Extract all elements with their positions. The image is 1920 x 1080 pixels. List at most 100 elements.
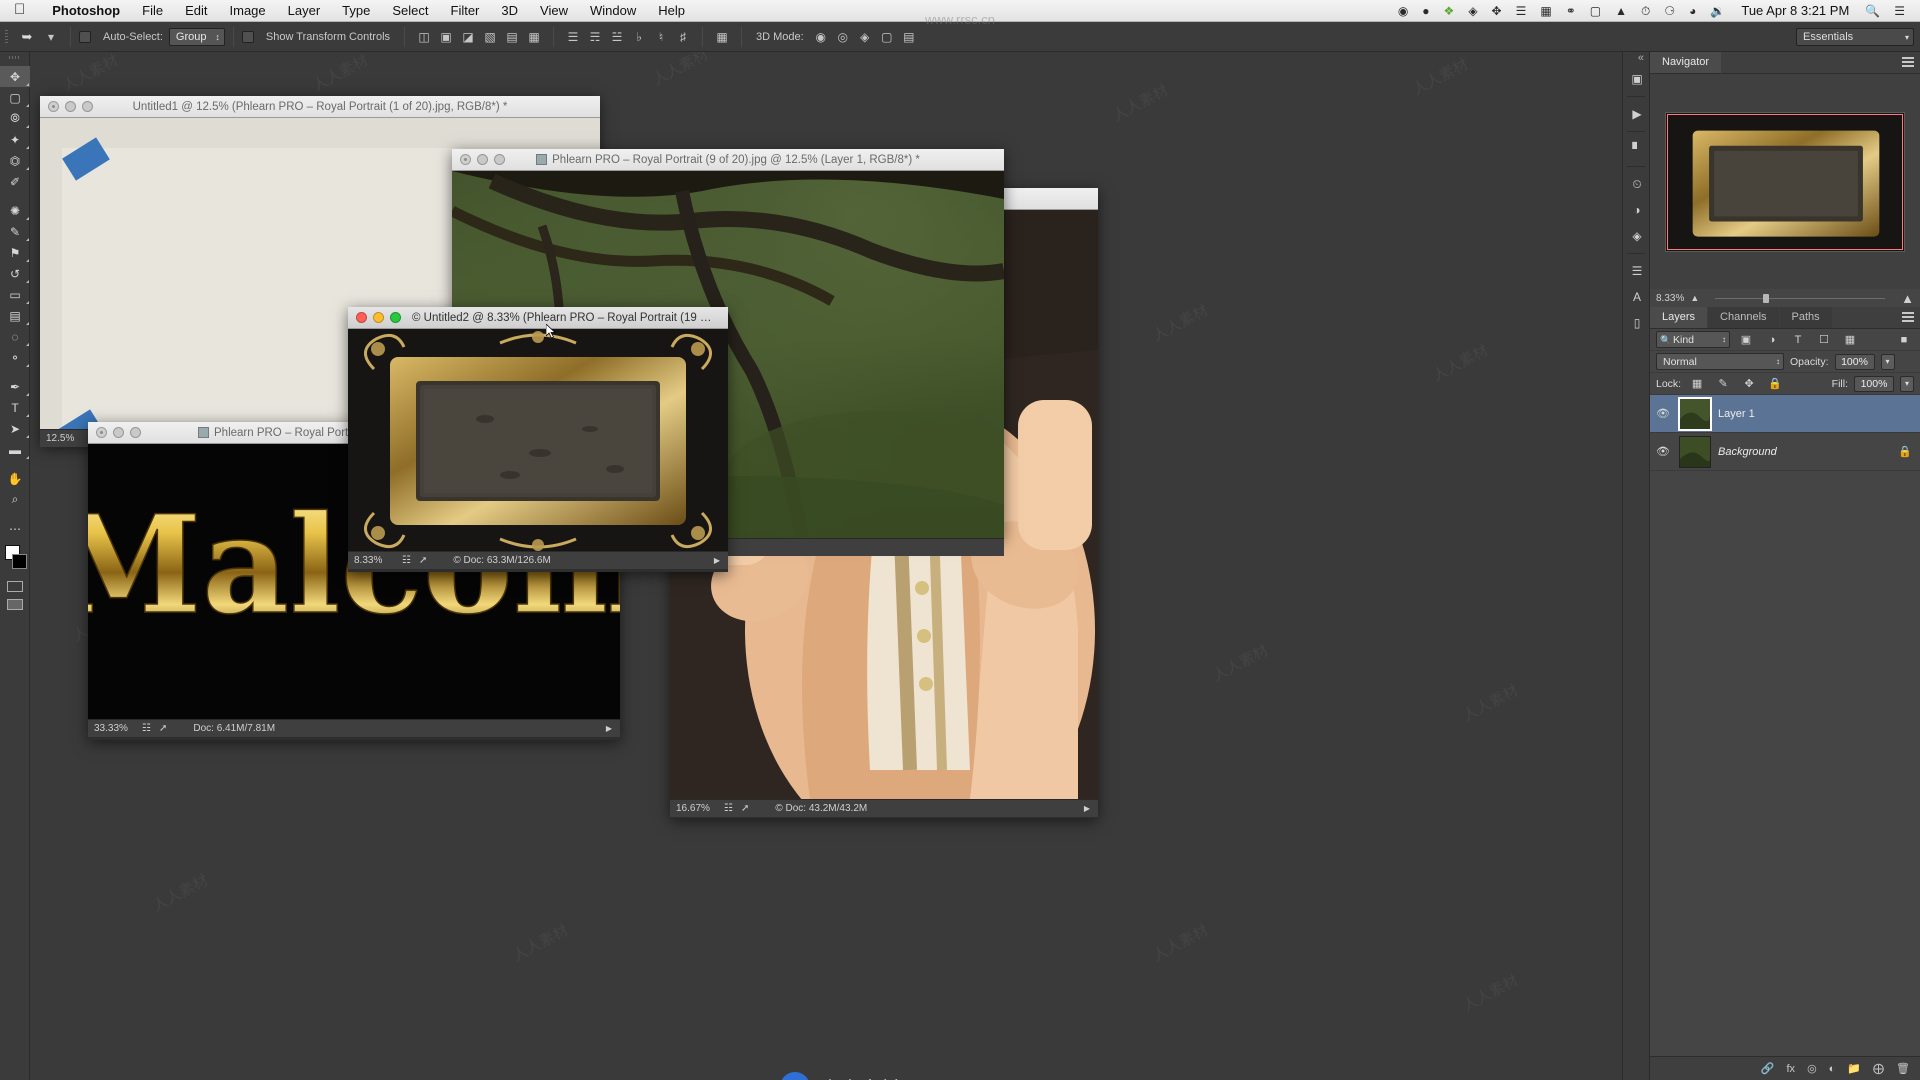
type-tool[interactable]: T: [0, 397, 30, 418]
zoom-tool[interactable]: ⌕: [0, 489, 30, 510]
menu-item-3d[interactable]: 3D: [490, 0, 529, 22]
auto-select-checkbox[interactable]: [79, 30, 91, 43]
spot-healing-brush-tool[interactable]: ✺: [0, 200, 30, 221]
minimize-button[interactable]: [373, 312, 384, 323]
share-icon[interactable]: ➚: [741, 803, 749, 814]
blend-mode-dropdown[interactable]: Normal: [1656, 353, 1784, 370]
link-layers-icon[interactable]: 🔗: [1761, 1062, 1775, 1075]
layer-row-background[interactable]: 👁 Background 🔒: [1650, 433, 1920, 471]
character-icon[interactable]: ☰: [1623, 258, 1651, 284]
adjustments-icon[interactable]: ◑: [1623, 197, 1651, 223]
lock-all-icon[interactable]: 🔒: [1765, 375, 1785, 393]
layer-mask-icon[interactable]: ◎: [1807, 1062, 1817, 1075]
window-controls[interactable]: [452, 154, 505, 165]
menu-item-file[interactable]: File: [131, 0, 174, 22]
navigator-zoom-value[interactable]: 8.33%: [1656, 293, 1684, 304]
fill-stepper[interactable]: ▾: [1900, 375, 1914, 392]
zoom-level[interactable]: 12.5%: [46, 433, 86, 444]
screen-mode-button[interactable]: [0, 595, 30, 613]
document-size-icon[interactable]: ☷: [724, 803, 733, 814]
delete-layer-icon[interactable]: 🗑: [1896, 1062, 1910, 1075]
lasso-tool[interactable]: ⦾: [0, 108, 30, 129]
tab-channels[interactable]: Channels: [1708, 307, 1779, 328]
path-selection-tool[interactable]: ➤: [0, 418, 30, 439]
new-fill-adjustment-icon[interactable]: ◐: [1829, 1063, 1836, 1075]
search-icon[interactable]: 🔍: [1858, 0, 1887, 22]
flashdrive-icon[interactable]: ✥: [1485, 0, 1509, 22]
scale-3d-icon[interactable]: ▤: [898, 27, 920, 47]
menu-item-type[interactable]: Type: [331, 0, 381, 22]
menu-item-image[interactable]: Image: [219, 0, 277, 22]
volume-icon[interactable]: 🔉: [1703, 0, 1732, 22]
blur-tool[interactable]: ◌: [0, 326, 30, 347]
orbit-3d-icon[interactable]: ◉: [810, 27, 832, 47]
large-mountain-icon[interactable]: ▲: [1901, 291, 1914, 306]
show-transform-controls-checkbox[interactable]: [241, 30, 254, 43]
tab-paths[interactable]: Paths: [1779, 307, 1832, 328]
history-brush-tool[interactable]: ↺: [0, 263, 30, 284]
wifi-icon[interactable]: ◕: [1682, 0, 1703, 22]
navigator-icon[interactable]: ▣: [1623, 66, 1651, 92]
color-swatches[interactable]: [0, 543, 29, 577]
panel-menu-icon[interactable]: [1902, 57, 1914, 69]
fill-field[interactable]: 100%: [1854, 375, 1894, 392]
document-window-untitled2[interactable]: © Untitled2 @ 8.33% (Phlearn PRO – Royal…: [348, 307, 728, 572]
align-vertical-centers-icon[interactable]: ▤: [501, 27, 523, 47]
eye-icon[interactable]: 👁: [1654, 407, 1672, 420]
styles-icon[interactable]: ◈: [1623, 223, 1651, 249]
hand-tool[interactable]: ✋: [0, 468, 30, 489]
new-group-icon[interactable]: 📁: [1847, 1062, 1861, 1075]
window-controls[interactable]: [348, 312, 401, 323]
filter-adjustment-icon[interactable]: ◑: [1762, 331, 1782, 349]
lock-position-icon[interactable]: ✥: [1739, 375, 1759, 393]
bars-icon[interactable]: ☰: [1509, 0, 1534, 22]
dropbox-icon[interactable]: ◈: [1461, 0, 1484, 22]
window-controls[interactable]: [40, 101, 93, 112]
navigator-zoom-slider[interactable]: [1715, 292, 1886, 304]
align-top-edges-icon[interactable]: ▧: [479, 27, 501, 47]
zoom-level[interactable]: 16.67%: [676, 803, 716, 814]
history-icon[interactable]: ⏲: [1623, 171, 1651, 197]
clone-stamp-tool[interactable]: ⚑: [0, 242, 30, 263]
quick-selection-tool[interactable]: ✦: [0, 129, 30, 150]
menu-item-view[interactable]: View: [529, 0, 579, 22]
layer-filter-kind-dropdown[interactable]: Kind: [1656, 331, 1730, 348]
creative-cloud-icon[interactable]: ⚭: [1559, 0, 1583, 22]
paragraph-icon[interactable]: A: [1623, 284, 1651, 310]
filter-toggle-icon[interactable]: ■: [1894, 331, 1914, 349]
layer-style-icon[interactable]: fx: [1787, 1063, 1796, 1075]
quick-mask-mode-button[interactable]: [0, 577, 30, 595]
auto-select-dropdown[interactable]: Group: [168, 27, 225, 46]
distribute-vertical-centers-icon[interactable]: ☴: [584, 27, 606, 47]
opacity-stepper[interactable]: ▾: [1880, 353, 1895, 370]
notification-icon[interactable]: ●: [1415, 0, 1436, 22]
align-horizontal-centers-icon[interactable]: ▣: [435, 27, 457, 47]
close-button[interactable]: [356, 312, 367, 323]
layer-name[interactable]: Layer 1: [1718, 408, 1912, 420]
roll-3d-icon[interactable]: ◎: [832, 27, 854, 47]
filter-shape-icon[interactable]: ☐: [1814, 331, 1834, 349]
options-bar-grip[interactable]: [0, 22, 14, 52]
window-titlebar[interactable]: Untitled1 @ 12.5% (Phlearn PRO – Royal P…: [40, 96, 600, 118]
layer-row-layer-1[interactable]: 👁 Layer 1: [1650, 395, 1920, 433]
grid-icon[interactable]: ▦: [1533, 0, 1558, 22]
pen-tool[interactable]: ✒: [0, 376, 30, 397]
layer-thumbnail[interactable]: [1679, 435, 1711, 468]
histogram-icon[interactable]: ▘: [1623, 136, 1651, 162]
filter-pixel-icon[interactable]: ▣: [1736, 331, 1756, 349]
airplay-icon[interactable]: ▢: [1583, 0, 1608, 22]
share-icon[interactable]: ➚: [419, 555, 427, 566]
distribute-horizontal-centers-icon[interactable]: ♮: [650, 27, 672, 47]
pan-3d-icon[interactable]: ◈: [854, 27, 876, 47]
document-size-icon[interactable]: ☷: [402, 555, 411, 566]
menu-item-window[interactable]: Window: [579, 0, 647, 22]
opacity-field[interactable]: 100%: [1834, 353, 1875, 370]
move-tool[interactable]: ✥: [0, 66, 30, 87]
new-layer-icon[interactable]: ⨁: [1873, 1062, 1884, 1075]
auto-align-layers-icon[interactable]: ▦: [711, 27, 733, 47]
brush-tool[interactable]: ✎: [0, 221, 30, 242]
menu-item-photoshop[interactable]: Photoshop: [41, 0, 131, 22]
document-size-icon[interactable]: ☷: [142, 723, 151, 734]
navigator-thumbnail[interactable]: [1665, 111, 1905, 252]
status-menu-arrow[interactable]: ▶: [606, 724, 612, 733]
